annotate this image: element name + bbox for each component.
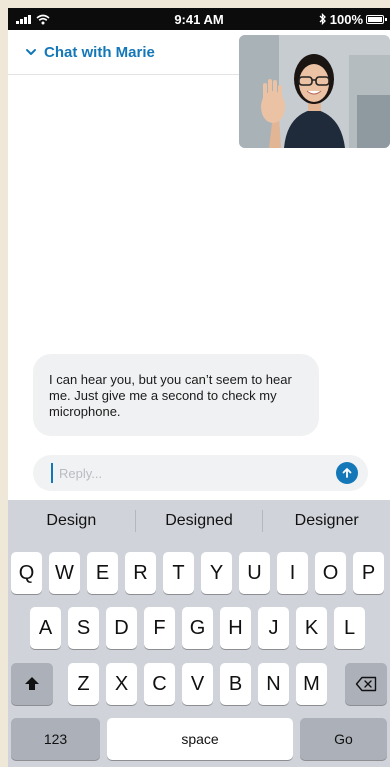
wifi-icon [36, 14, 50, 24]
key-r[interactable]: R [125, 552, 156, 594]
key-q[interactable]: Q [11, 552, 42, 594]
key-d[interactable]: D [106, 607, 137, 649]
suggestion-bar: Design Designed Designer [8, 500, 390, 542]
key-c[interactable]: C [144, 663, 175, 705]
key-s[interactable]: S [68, 607, 99, 649]
status-left [8, 14, 50, 25]
key-g[interactable]: G [182, 607, 213, 649]
key-h[interactable]: H [220, 607, 251, 649]
page-title[interactable]: Chat with Marie [44, 44, 155, 61]
backspace-icon [355, 676, 377, 692]
key-y[interactable]: Y [201, 552, 232, 594]
reply-input[interactable] [57, 464, 321, 482]
keyboard: Design Designed Designer Q W E R T Y U I… [8, 500, 390, 767]
space-key[interactable]: space [107, 718, 293, 760]
arrow-up-icon [342, 468, 352, 478]
key-f[interactable]: F [144, 607, 175, 649]
key-k[interactable]: K [296, 607, 327, 649]
key-v[interactable]: V [182, 663, 213, 705]
suggestion-item[interactable]: Design [8, 509, 135, 533]
signal-icon [16, 14, 31, 24]
key-u[interactable]: U [239, 552, 270, 594]
status-bar: 9:41 AM 100% [8, 8, 390, 30]
text-cursor [51, 463, 53, 483]
battery-icon [366, 14, 387, 24]
key-p[interactable]: P [353, 552, 384, 594]
message-text: I can hear you, but you can’t seem to he… [49, 372, 292, 419]
bluetooth-icon [319, 13, 326, 25]
key-l[interactable]: L [334, 607, 365, 649]
key-n[interactable]: N [258, 663, 289, 705]
caller-video-image [239, 35, 390, 148]
key-w[interactable]: W [49, 552, 80, 594]
key-b[interactable]: B [220, 663, 251, 705]
backspace-key[interactable] [345, 663, 387, 705]
key-x[interactable]: X [106, 663, 137, 705]
key-j[interactable]: J [258, 607, 289, 649]
go-key[interactable]: Go [300, 718, 387, 760]
key-t[interactable]: T [163, 552, 194, 594]
key-i[interactable]: I [277, 552, 308, 594]
suggestion-item[interactable]: Designed [136, 509, 263, 533]
phone-screen: 9:41 AM 100% Chat with Marie I can hear … [8, 8, 390, 767]
key-o[interactable]: O [315, 552, 346, 594]
send-button[interactable] [336, 462, 358, 484]
shift-key[interactable] [11, 663, 53, 705]
shift-icon [25, 677, 39, 690]
video-thumbnail[interactable] [239, 35, 390, 148]
status-right: 100% [319, 12, 390, 27]
key-e[interactable]: E [87, 552, 118, 594]
numbers-key[interactable]: 123 [11, 718, 100, 760]
key-z[interactable]: Z [68, 663, 99, 705]
reply-bar[interactable] [33, 455, 368, 491]
key-a[interactable]: A [30, 607, 61, 649]
chevron-down-icon[interactable] [24, 45, 38, 59]
key-m[interactable]: M [296, 663, 327, 705]
battery-percent: 100% [329, 11, 363, 27]
message-bubble: I can hear you, but you can’t seem to he… [33, 354, 319, 436]
suggestion-item[interactable]: Designer [263, 509, 390, 533]
